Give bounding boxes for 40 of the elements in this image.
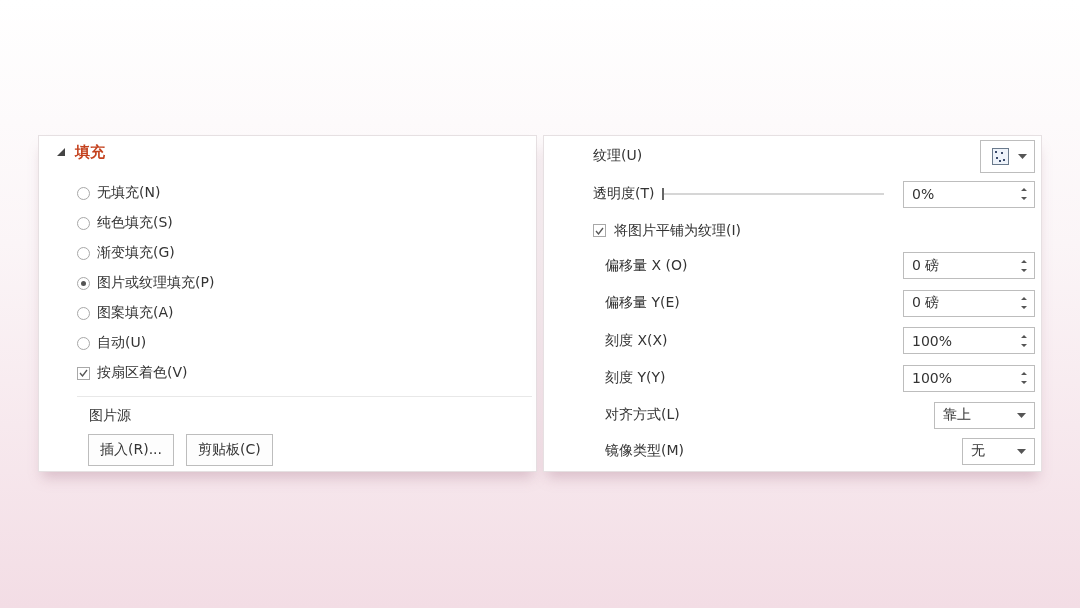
checkbox[interactable] (593, 224, 606, 237)
caret-icon (1017, 448, 1026, 454)
option-label: 图案填充(A) (97, 304, 174, 322)
spin-field[interactable]: 100% (903, 327, 1035, 355)
field-label: 刻度 Y(Y) (605, 369, 666, 388)
select-field[interactable]: 靠上 (934, 401, 1035, 429)
field-label: 偏移量 X (O) (605, 256, 688, 275)
collapse-triangle-icon[interactable] (57, 148, 65, 156)
check-icon (595, 226, 604, 235)
option-label: 渐变填充(G) (97, 244, 175, 262)
option-label: 纯色填充(S) (97, 214, 173, 232)
check-icon (79, 369, 88, 377)
option-label: 图片或纹理填充(P) (97, 274, 215, 292)
picture-source-label: 图片源 (89, 407, 132, 425)
spin-field[interactable]: 0 磅 (903, 252, 1035, 280)
caret-icon (1017, 412, 1026, 418)
slider-thumb[interactable] (662, 188, 665, 200)
field-label: 偏移量 Y(E) (605, 294, 680, 313)
field-label: 刻度 X(X) (605, 331, 668, 350)
spin-field[interactable]: 0 磅 (903, 289, 1035, 317)
section-title: 填充 (75, 142, 105, 162)
spin-field[interactable]: 100% (903, 364, 1035, 392)
source-button[interactable]: 剪贴板(C) (186, 434, 273, 466)
transparency-slider[interactable] (662, 187, 885, 201)
spinner-arrows-icon[interactable] (1020, 185, 1028, 203)
texture-icon (992, 147, 1009, 165)
option-label: 无填充(N) (97, 184, 161, 202)
select-field[interactable]: 无 (962, 437, 1035, 465)
caret-icon (1018, 153, 1027, 159)
option-label: 按扇区着色(V) (97, 364, 188, 382)
texture-dropdown[interactable] (980, 139, 1035, 173)
field-label: 将图片平铺为纹理(I) (614, 221, 742, 240)
field-label: 透明度(T) (593, 185, 655, 203)
source-button[interactable]: 插入(R)... (88, 434, 174, 466)
checkbox[interactable] (77, 366, 90, 380)
option-label: 自动(U) (97, 334, 147, 352)
field-label: 对齐方式(L) (605, 406, 680, 424)
field-label: 纹理(U) (593, 147, 643, 165)
spin-field[interactable]: 0% (903, 180, 1035, 208)
field-label: 镜像类型(M) (605, 442, 684, 460)
